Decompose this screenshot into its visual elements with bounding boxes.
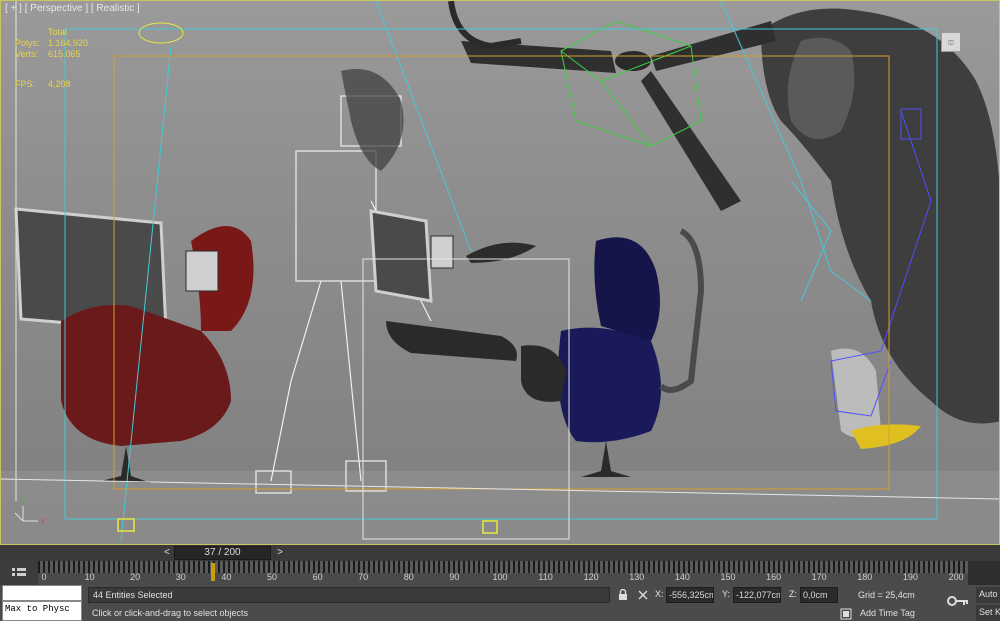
viewport-menu-view[interactable]: [ Perspective ]: [25, 3, 88, 14]
blue-chair-seat[interactable]: [558, 327, 661, 443]
viewport-label: [ + ] [ Perspective ] [ Realistic ]: [5, 3, 140, 14]
absolute-mode-icon[interactable]: [637, 588, 649, 600]
track-bar-tick-label: 130: [629, 572, 645, 582]
set-key-icon[interactable]: [946, 591, 970, 611]
character-ear-shape: [787, 37, 855, 139]
hand-shape: [831, 348, 881, 439]
light-gizmo: [138, 22, 184, 44]
viewcube-icon[interactable]: ◫: [941, 32, 961, 52]
viewport-statistics: Total Polys: 1.164.920 Verts: 615.065: [15, 27, 88, 60]
grid-spacing: Grid = 25,4cm: [858, 590, 915, 600]
viewport-scene: x z: [1, 1, 999, 544]
track-bar-tick-label: 70: [358, 572, 369, 582]
set-key-button[interactable]: Set K: [976, 605, 1000, 621]
status-bar: Max to Physc 44 Entities Selected Click …: [0, 585, 1000, 621]
track-bar-tick-label: 40: [221, 572, 232, 582]
track-bar-tick-label: 120: [583, 572, 599, 582]
track-bar-ruler[interactable]: 0 10 20 30 40 50 60 70 80 90 100 110 120 130 140 150 160…: [38, 561, 968, 585]
track-bar-tick-label: 80: [403, 572, 414, 582]
remote-mid: [430, 235, 454, 269]
lamp-head-shape: [466, 242, 536, 263]
fan-hub-shape[interactable]: [615, 51, 651, 71]
selection-info: 44 Entities Selected: [88, 587, 610, 603]
time-slider-next-button[interactable]: >: [273, 547, 287, 559]
banana-shape: [851, 424, 921, 449]
stats-verts-label: Verts:: [15, 49, 39, 59]
track-bar[interactable]: 0 10 20 30 40 50 60 70 80 90 100 110 120 130 140 150 160…: [0, 561, 1000, 585]
3dsmax-window: x z [ + ] [ Perspective ] [ Realistic ] …: [0, 0, 1000, 621]
perspective-viewport[interactable]: x z [ + ] [ Perspective ] [ Realistic ] …: [0, 0, 1000, 545]
current-frame-marker: [210, 563, 215, 581]
stats-total-label: Total: [48, 27, 68, 37]
track-bar-tick-label: 90: [449, 572, 460, 582]
maxscript-listener-input[interactable]: Max to Physc: [2, 601, 82, 621]
prompt-line: Click or click-and-drag to select object…: [92, 608, 249, 618]
time-tag-icon[interactable]: [840, 607, 852, 620]
track-bar-tick-label: 30: [175, 572, 186, 582]
track-bar-tick-label: 60: [312, 572, 323, 582]
selection-lock-icon[interactable]: [617, 588, 629, 600]
track-bar-tick-label: 170: [811, 572, 827, 582]
track-bar-tick-label: 100: [492, 572, 508, 582]
track-bar-tick-label: 10: [84, 572, 95, 582]
y-coord-field[interactable]: -122,077cm: [733, 587, 781, 603]
arm-shape: [386, 321, 517, 361]
track-bar-tick-label: 0: [41, 572, 47, 582]
auto-key-button[interactable]: Auto: [976, 587, 1000, 603]
track-bar-tick-label: 140: [674, 572, 690, 582]
remote-left: [185, 250, 219, 292]
track-bar-tick-labels: 0 10 20 30 40 50 60 70 80 90 100 110 120 130 140 150 160…: [38, 572, 968, 584]
track-bar-tick-label: 190: [902, 572, 918, 582]
puppet-hair-shape: [341, 69, 404, 171]
z-coord-field[interactable]: 0,0cm: [800, 587, 838, 603]
track-bar-tick-label: 50: [266, 572, 278, 582]
time-slider-prev-button[interactable]: <: [160, 547, 174, 559]
track-bar-tick-label: 200: [948, 572, 964, 582]
add-time-tag-button[interactable]: Add Time Tag: [856, 606, 938, 620]
headrest-frame-shape: [658, 228, 705, 393]
viewport-menu-plus[interactable]: [ + ]: [5, 3, 22, 14]
stats-fps: FPS: 4,208: [15, 79, 71, 89]
track-bar-tick-label: 20: [130, 572, 141, 582]
stats-polys-value: 1.164.920: [48, 38, 89, 48]
monitor-mid-shape: [369, 209, 433, 303]
axis-z-label: z: [21, 496, 25, 505]
blue-chair-back: [594, 237, 660, 341]
x-coord-label: X:: [655, 589, 664, 599]
stats-fps-value: 4,208: [48, 79, 71, 89]
y-coord-label: Y:: [722, 589, 731, 599]
track-bar-tick-label: 160: [766, 572, 782, 582]
track-bar-tick-label: 110: [538, 572, 553, 582]
maxscript-listener-output[interactable]: [2, 585, 82, 601]
x-coord-field[interactable]: -556,325cm: [666, 587, 714, 603]
fan-arm-shape: [448, 1, 522, 50]
viewport-menu-shading[interactable]: [ Realistic ]: [91, 3, 140, 14]
z-coord-label: Z:: [789, 589, 797, 599]
time-slider[interactable]: < 37 / 200 >: [0, 545, 1000, 561]
track-bar-toggle-icon[interactable]: [0, 561, 38, 585]
stats-verts-value: 615.065: [48, 49, 81, 59]
time-slider-thumb[interactable]: 37 / 200: [174, 546, 271, 560]
stats-polys-label: Polys:: [15, 38, 40, 48]
fan-blade-shape: [641, 71, 741, 211]
stats-fps-label: FPS:: [15, 79, 36, 89]
track-bar-tick-label: 150: [720, 572, 736, 582]
track-bar-tick-label: 180: [857, 572, 873, 582]
axis-x-label: x: [41, 516, 45, 525]
